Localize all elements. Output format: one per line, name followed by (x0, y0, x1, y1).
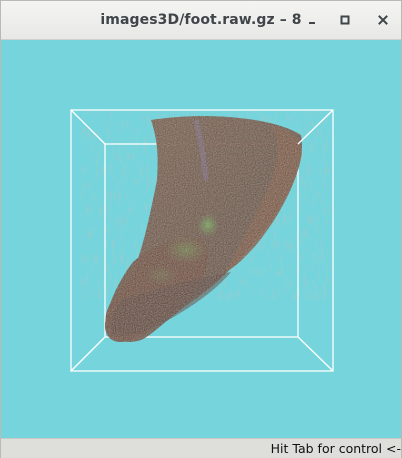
maximize-icon (340, 15, 350, 25)
title-bar[interactable]: images3D/foot.raw.gz – 8 (1, 1, 401, 40)
volume-render-viewport[interactable] (1, 40, 401, 438)
close-button[interactable] (373, 10, 393, 30)
close-icon (378, 15, 388, 25)
volume-render-canvas[interactable] (1, 40, 401, 438)
minimize-icon (309, 22, 315, 24)
status-hint: Hit Tab for control <- (270, 441, 401, 456)
minimize-button[interactable] (302, 10, 322, 30)
maximize-button[interactable] (335, 10, 355, 30)
app-window: images3D/foot.raw.gz – 8 Hit Tab for con… (0, 0, 402, 458)
status-bar: Hit Tab for control <- (1, 438, 401, 458)
